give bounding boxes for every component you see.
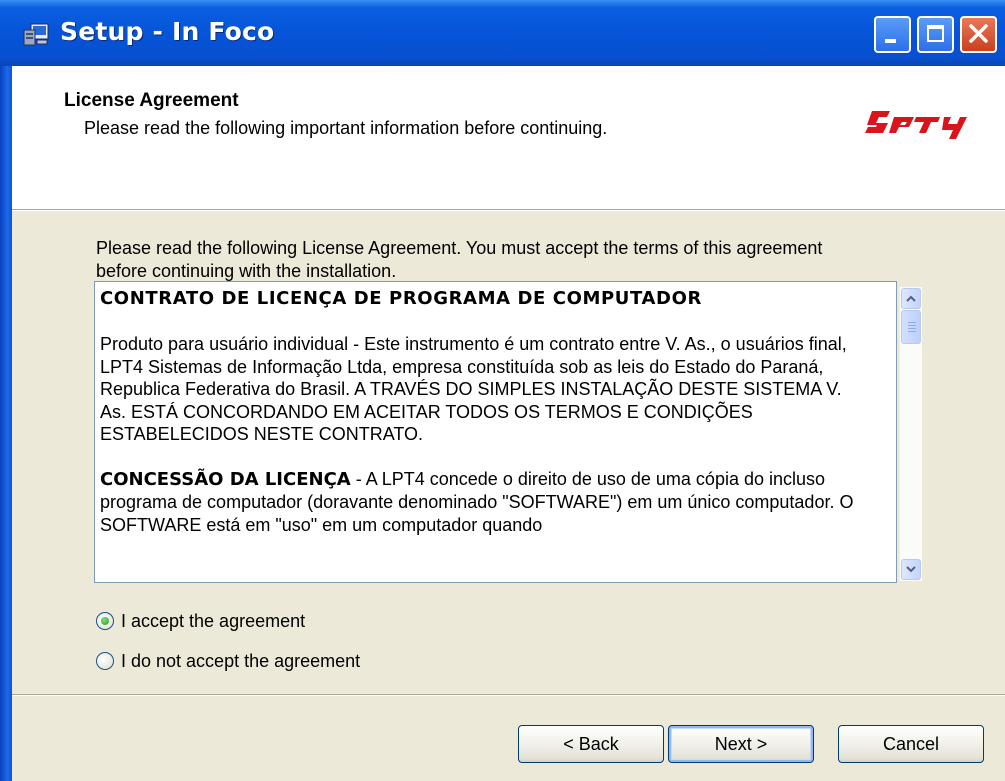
close-button[interactable] <box>960 16 997 53</box>
window-left-border <box>0 66 12 781</box>
maximize-button[interactable] <box>917 16 954 53</box>
minimize-icon <box>885 39 896 43</box>
accept-label[interactable]: I accept the agreement <box>121 611 305 632</box>
lpt4-logo <box>865 111 967 139</box>
scroll-grip-line <box>908 331 916 332</box>
radio-selected-dot <box>101 617 109 625</box>
page-title: License Agreement <box>64 90 239 111</box>
chevron-up-icon <box>906 295 916 302</box>
setup-app-icon <box>23 23 49 46</box>
page-subtitle: Please read the following important info… <box>84 118 608 138</box>
title-bar[interactable]: Setup - In Foco <box>0 0 1005 66</box>
license-paragraph-2-title: CONCESSÃO DA LICENÇA <box>100 468 351 490</box>
footer-separator-highlight <box>12 695 1005 696</box>
next-button[interactable]: Next > <box>668 725 814 763</box>
setup-window: Setup - In Foco License Agreement Please… <box>0 0 1005 781</box>
license-paragraph-2: CONCESSÃO DA LICENÇA - A LPT4 concede o … <box>100 468 870 537</box>
minimize-button[interactable] <box>874 16 911 53</box>
cancel-button[interactable]: Cancel <box>838 725 984 763</box>
window-title: Setup - In Foco <box>60 17 275 46</box>
accept-option[interactable]: I accept the agreement <box>96 609 305 633</box>
back-button[interactable]: < Back <box>518 725 664 763</box>
license-scrollbar[interactable] <box>899 287 922 581</box>
scroll-down-button[interactable] <box>901 559 921 580</box>
maximize-icon <box>927 25 944 42</box>
decline-radio[interactable] <box>96 652 114 670</box>
close-icon <box>969 24 988 43</box>
license-content: CONTRATO DE LICENÇA DE PROGRAMA DE COMPU… <box>100 287 870 558</box>
scroll-grip-line <box>908 325 916 326</box>
scroll-thumb[interactable] <box>901 310 921 344</box>
license-paragraph-1: Produto para usuário individual - Este i… <box>100 334 847 444</box>
decline-label[interactable]: I do not accept the agreement <box>121 651 360 672</box>
wizard-body: Please read the following License Agreem… <box>12 211 1005 694</box>
wizard-header: License Agreement Please read the follow… <box>12 66 1005 209</box>
intro-text: Please read the following License Agreem… <box>96 238 823 281</box>
scroll-grip-line <box>908 322 916 323</box>
license-text-box[interactable]: CONTRATO DE LICENÇA DE PROGRAMA DE COMPU… <box>94 281 897 583</box>
license-heading: CONTRATO DE LICENÇA DE PROGRAMA DE COMPU… <box>100 288 702 309</box>
scroll-up-button[interactable] <box>901 288 921 309</box>
chevron-down-icon <box>906 566 916 573</box>
scroll-grip-line <box>908 328 916 329</box>
decline-option[interactable]: I do not accept the agreement <box>96 649 360 673</box>
accept-radio[interactable] <box>96 612 114 630</box>
